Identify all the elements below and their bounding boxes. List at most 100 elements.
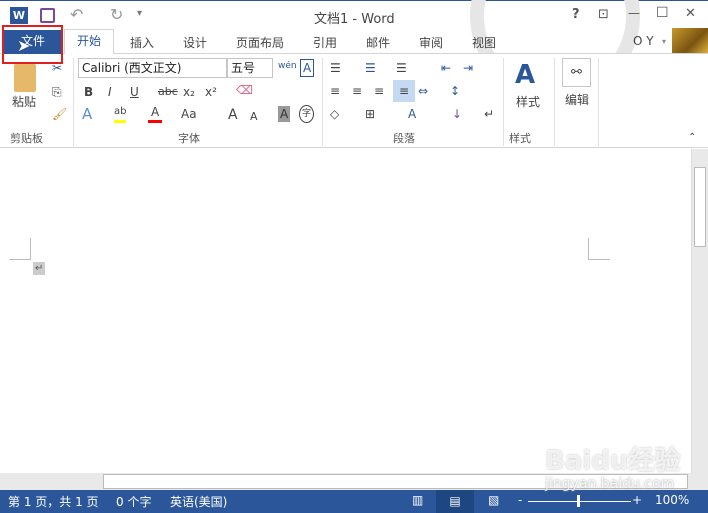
divider xyxy=(322,58,323,146)
highlight-button[interactable]: ab xyxy=(114,104,127,123)
customize-toolbar-icon[interactable]: ▾ xyxy=(137,8,142,19)
multilevel-list-icon[interactable]: ☰ xyxy=(396,60,407,76)
justify-icon[interactable]: ≡ xyxy=(393,80,415,102)
styles-icon[interactable]: A xyxy=(515,60,535,90)
margin-corner-right xyxy=(588,238,589,260)
tab-layout[interactable]: 页面布局 xyxy=(236,32,284,53)
borders-icon[interactable]: ⊞ xyxy=(365,106,375,122)
close-icon[interactable]: ✕ xyxy=(685,6,696,21)
tab-view[interactable]: 视图 xyxy=(472,32,496,53)
enclose-characters-button[interactable]: 字 xyxy=(299,105,315,123)
vertical-scrollbar[interactable] xyxy=(691,149,708,473)
superscript-button[interactable]: x² xyxy=(205,84,217,100)
align-left-icon[interactable]: ≡ xyxy=(330,83,340,99)
numbering-icon[interactable]: ☰ xyxy=(365,60,376,76)
copy-icon[interactable]: ⎘ xyxy=(52,84,62,100)
clipboard-group-label: 剪贴板 xyxy=(10,132,43,145)
format-painter-icon[interactable]: 🖌 xyxy=(52,106,67,122)
phonetic-guide-icon[interactable]: wén xyxy=(278,58,297,74)
paste-button[interactable]: 粘贴 xyxy=(12,94,36,110)
subscript-button[interactable]: x₂ xyxy=(183,84,195,100)
watermark-url: jingyan.baidu.com xyxy=(545,476,675,492)
user-name[interactable]: O Y xyxy=(633,32,654,50)
font-name-select[interactable]: Calibri (西文正文) xyxy=(78,58,227,78)
language[interactable]: 英语(美国) xyxy=(170,493,227,510)
margin-corner-left xyxy=(30,238,31,260)
tab-mailings[interactable]: 邮件 xyxy=(366,32,390,53)
change-case-button[interactable]: Aa xyxy=(181,106,197,122)
word-logo-icon: W xyxy=(10,7,28,24)
help-icon[interactable]: ? xyxy=(572,7,580,22)
minimize-icon[interactable]: — xyxy=(628,6,640,20)
watermark-logo: Baidu经验 xyxy=(545,446,681,476)
paragraph-mark: ↵ xyxy=(33,262,46,275)
divider xyxy=(598,58,599,146)
mouse-cursor-icon: ➤ xyxy=(17,36,31,55)
align-center-icon[interactable]: ≡ xyxy=(352,83,362,99)
paragraph-group-label: 段落 xyxy=(393,132,415,145)
styles-group-label: 样式 xyxy=(509,132,531,145)
document-area[interactable]: ↵ xyxy=(0,149,691,473)
character-border-icon[interactable]: A xyxy=(300,59,315,77)
text-effects-button[interactable]: A xyxy=(82,106,92,122)
tab-references[interactable]: 引用 xyxy=(313,32,337,53)
styles-button[interactable]: 样式 xyxy=(516,94,540,110)
decrease-indent-icon[interactable]: ⇤ xyxy=(441,60,451,76)
bold-button[interactable]: B xyxy=(84,84,93,100)
chinese-layout-icon[interactable]: A xyxy=(408,106,416,122)
avatar[interactable] xyxy=(672,28,708,53)
clear-formatting-icon[interactable]: ⌫ xyxy=(236,82,253,98)
zoom-in-button[interactable]: + xyxy=(632,493,642,507)
ribbon: 粘贴 ✂ ⎘ 🖌 剪贴板 Calibri (西文正文) 五号 wén A B I… xyxy=(0,54,708,148)
editing-button[interactable]: 编辑 xyxy=(565,92,589,108)
italic-button[interactable]: I xyxy=(108,84,112,100)
divider xyxy=(554,58,555,146)
font-size-select[interactable]: 五号 xyxy=(227,58,273,78)
ribbon-display-icon[interactable]: ⊡ xyxy=(598,7,609,22)
show-marks-icon[interactable]: ↵ xyxy=(484,106,494,122)
sort-icon[interactable]: ↓ xyxy=(452,106,462,122)
increase-indent-icon[interactable]: ⇥ xyxy=(463,60,473,76)
word-count[interactable]: 0 个字 xyxy=(116,493,151,510)
margin-corner-right xyxy=(588,259,610,260)
tab-home[interactable]: 开始 xyxy=(64,29,114,55)
divider xyxy=(73,58,74,146)
margin-corner-left xyxy=(9,259,31,260)
zoom-slider-thumb[interactable] xyxy=(577,495,580,507)
redo-icon[interactable]: ↻ xyxy=(110,5,123,24)
file-tab-highlight-box xyxy=(2,25,63,64)
find-icon[interactable]: ⚯ xyxy=(562,58,591,87)
save-icon[interactable] xyxy=(40,8,55,23)
scroll-thumb[interactable] xyxy=(694,167,706,247)
shading-icon[interactable]: ◇ xyxy=(330,106,339,122)
window-title: 文档1 - Word xyxy=(314,12,395,27)
distributed-icon[interactable]: ⇔ xyxy=(418,83,428,99)
print-layout-icon[interactable]: ▤ xyxy=(436,490,474,513)
collapse-ribbon-icon[interactable]: ⌃ xyxy=(688,130,696,146)
page-count[interactable]: 第 1 页，共 1 页 xyxy=(8,493,99,510)
font-color-button[interactable]: A xyxy=(148,104,163,123)
paste-icon[interactable] xyxy=(14,64,36,92)
tab-review[interactable]: 审阅 xyxy=(419,32,443,53)
undo-icon[interactable]: ↶ xyxy=(70,5,83,24)
align-right-icon[interactable]: ≡ xyxy=(374,83,384,99)
font-group-label: 字体 xyxy=(178,132,200,145)
character-shading-button[interactable]: A xyxy=(278,106,291,122)
user-chevron-icon[interactable]: ▾ xyxy=(662,35,666,48)
strikethrough-button[interactable]: abc xyxy=(158,84,178,100)
tab-design[interactable]: 设计 xyxy=(183,32,207,53)
bullets-icon[interactable]: ☰ xyxy=(330,60,341,76)
shrink-font-button[interactable]: A xyxy=(250,109,258,125)
status-bar: 第 1 页，共 1 页 0 个字 英语(美国) ▥ ▤ ▧ - + 100% xyxy=(0,490,708,513)
grow-font-button[interactable]: A xyxy=(228,107,238,123)
line-spacing-icon[interactable]: ↕ xyxy=(450,83,460,99)
title-bar: W ↶ ↻ ▾ 文档1 - Word ? ⊡ — ☐ ✕ xyxy=(0,0,708,101)
web-layout-icon[interactable]: ▧ xyxy=(488,493,499,507)
tab-insert[interactable]: 插入 xyxy=(130,32,154,53)
divider xyxy=(503,58,504,146)
maximize-icon[interactable]: ☐ xyxy=(656,5,669,21)
read-mode-icon[interactable]: ▥ xyxy=(412,493,423,507)
zoom-level[interactable]: 100% xyxy=(655,493,689,507)
zoom-out-button[interactable]: - xyxy=(518,493,522,507)
underline-button[interactable]: U xyxy=(130,84,139,100)
